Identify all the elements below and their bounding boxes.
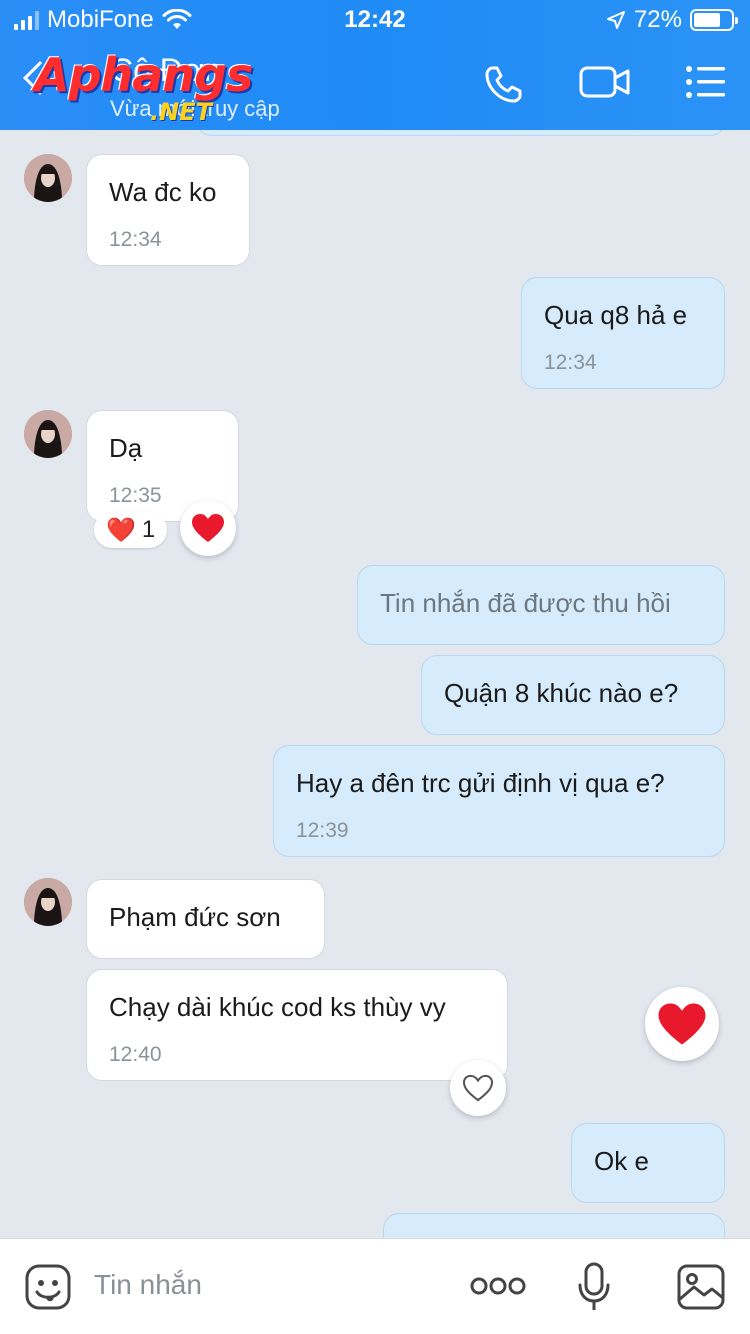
message-text: Dạ	[109, 433, 143, 463]
more-options-icon[interactable]	[470, 1275, 526, 1297]
message-text: Ok e	[594, 1146, 649, 1176]
message-bubble-partial[interactable]	[383, 1213, 725, 1238]
message-bubble[interactable]: Qua q8 hả e 12:34	[521, 277, 725, 389]
message-time: 12:39	[296, 819, 349, 842]
message-text: Qua q8 hả e	[544, 300, 688, 330]
message-time: 12:34	[544, 351, 597, 374]
recalled-message-bubble[interactable]: Tin nhắn đã được thu hồi	[357, 565, 725, 645]
message-bubble[interactable]: Phạm đức sơn	[86, 879, 325, 959]
contact-avatar[interactable]	[24, 410, 72, 458]
image-gallery-icon[interactable]	[676, 1263, 726, 1311]
message-bubble[interactable]: Ok e	[571, 1123, 725, 1203]
message-time: 12:40	[109, 1043, 162, 1066]
battery-level	[694, 13, 720, 27]
reaction-count: 1	[141, 516, 156, 543]
message-text: Tin nhắn đã được thu hồi	[380, 588, 671, 618]
heart-filled-icon	[658, 1003, 706, 1045]
react-button[interactable]	[450, 1060, 506, 1116]
message-text: Quận 8 khúc nào e?	[444, 678, 679, 708]
message-input-bar: Tin nhắn	[0, 1238, 750, 1334]
contact-avatar[interactable]	[24, 878, 72, 926]
heart-reaction-icon: ❤️	[106, 516, 136, 544]
status-bar: MobiFone 12:42 72%	[0, 0, 750, 40]
video-call-icon[interactable]	[578, 62, 632, 102]
message-bubble[interactable]: Chạy dài khúc cod ks thùy vy 12:40	[86, 969, 508, 1081]
message-text: Chạy dài khúc cod ks thùy vy	[109, 992, 446, 1022]
sticker-emoji-icon[interactable]	[24, 1263, 72, 1311]
message-bubble[interactable]: Wa đc ko 12:34	[86, 154, 250, 266]
microphone-icon[interactable]	[576, 1261, 612, 1313]
watermark-logo: Aphangs	[34, 48, 253, 102]
chat-nav: Cô Đơn Vừa mới truy cập Aphangs .NET	[0, 48, 750, 128]
heart-outline-icon	[462, 1074, 494, 1102]
message-text: Phạm đức sơn	[109, 902, 281, 932]
battery-percent: 72%	[633, 6, 682, 33]
message-bubble-partial[interactable]	[196, 130, 726, 136]
battery-icon	[690, 9, 738, 31]
message-bubble[interactable]: Hay a đên trc gửi định vị qua e? 12:39	[273, 745, 725, 857]
contact-avatar[interactable]	[24, 154, 72, 202]
menu-list-icon[interactable]	[684, 62, 728, 102]
message-time: 12:34	[109, 228, 162, 251]
message-text: Wa đc ko	[109, 177, 217, 207]
location-arrow-icon	[606, 11, 625, 29]
phone-call-icon[interactable]	[482, 62, 526, 106]
reaction-summary[interactable]: ❤️ 1	[94, 512, 168, 548]
message-bubble[interactable]: Quận 8 khúc nào e?	[421, 655, 725, 735]
status-right: 72%	[606, 6, 738, 34]
message-time: 12:35	[109, 484, 162, 507]
heart-filled-icon	[192, 514, 224, 542]
message-list[interactable]: Wa đc ko 12:34 Qua q8 hả e 12:34 Dạ 12:3…	[0, 130, 750, 1238]
chat-header: MobiFone 12:42 72% Cô Đơn Vừa mới truy c…	[0, 0, 750, 130]
watermark-logo-suffix: .NET	[150, 98, 212, 126]
message-input-field[interactable]: Tin nhắn	[94, 1269, 202, 1301]
react-button[interactable]	[180, 500, 236, 556]
floating-heart-reaction[interactable]	[645, 987, 719, 1061]
message-text: Hay a đên trc gửi định vị qua e?	[296, 768, 665, 798]
